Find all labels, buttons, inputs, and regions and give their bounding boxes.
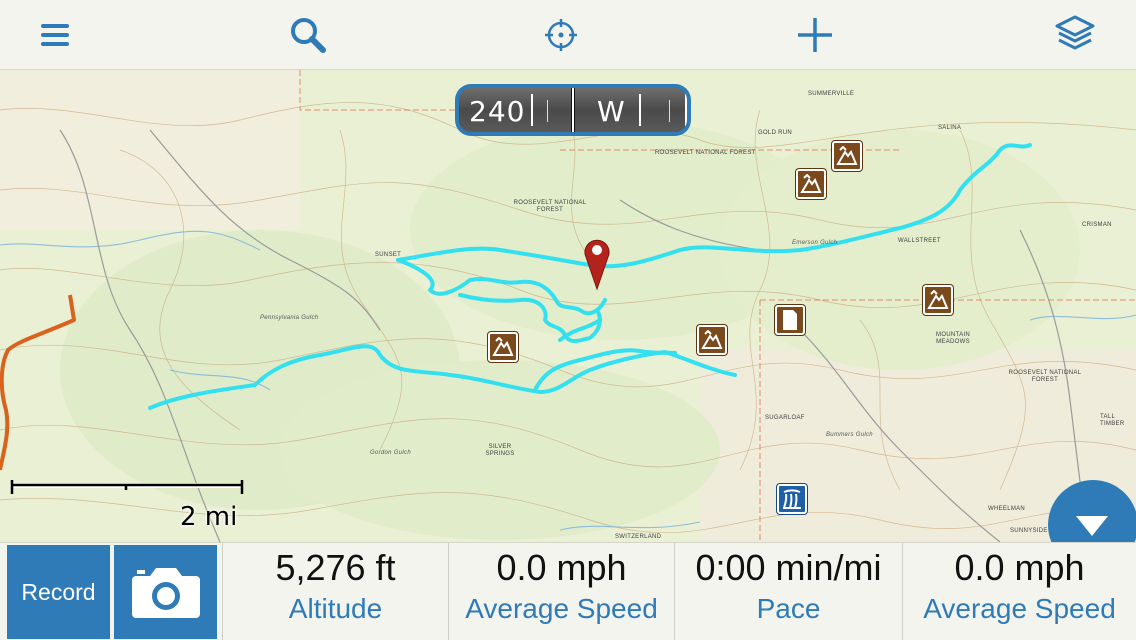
- stat-value: 5,276 ft: [275, 547, 396, 588]
- record-button[interactable]: Record: [7, 545, 110, 639]
- compass-tick: [547, 100, 548, 122]
- stat-pace[interactable]: 0:00 min/mi Pace: [674, 543, 902, 640]
- chevron-down-icon: [1076, 516, 1108, 536]
- gulch-label: Bummers Gulch: [826, 432, 873, 438]
- place-label: Switzerland: [615, 534, 662, 540]
- note-poi[interactable]: [775, 305, 805, 335]
- waterfall-icon: [783, 489, 801, 509]
- stat-value: 0:00 min/mi: [695, 547, 882, 588]
- layers-icon: [1055, 15, 1095, 50]
- locate-button[interactable]: [536, 10, 586, 60]
- place-label: Summerville: [808, 91, 855, 97]
- stat-altitude[interactable]: 5,276 ft Altitude: [222, 543, 448, 640]
- forest-label: ROOSEVELT NATIONAL FOREST: [655, 150, 756, 156]
- stat-label: Average Speed: [465, 593, 658, 624]
- menu-icon: [41, 24, 69, 46]
- place-label: Wallstreet: [898, 238, 941, 244]
- place-label: Gold Run: [758, 130, 793, 136]
- gulch-label: Gordon Gulch: [370, 450, 411, 456]
- map-terrain: [0, 70, 1136, 542]
- scale-bar: [10, 480, 244, 494]
- trailhead-poi[interactable]: [923, 285, 953, 315]
- mountain-icon: [492, 337, 514, 356]
- add-icon: [798, 18, 832, 52]
- trailhead-poi[interactable]: [832, 141, 862, 171]
- mountain-icon: [836, 146, 858, 165]
- camera-button[interactable]: [114, 545, 217, 639]
- mountain-icon: [701, 330, 723, 349]
- place-label: Crisman: [1082, 222, 1112, 228]
- locate-icon: [545, 19, 577, 51]
- stat-average-speed-2[interactable]: 0.0 mph Average Speed: [902, 543, 1136, 640]
- mountain-icon: [800, 174, 822, 193]
- place-label: Tall Timber: [1100, 414, 1125, 427]
- place-label: Mountain Meadows: [936, 332, 970, 345]
- trailhead-poi[interactable]: [488, 332, 518, 362]
- top-toolbar: [0, 0, 1136, 70]
- search-icon: [291, 18, 326, 53]
- compass-tick: [669, 100, 670, 122]
- compass-tick: [639, 94, 641, 126]
- menu-button[interactable]: [30, 10, 80, 60]
- mountain-icon: [927, 290, 949, 309]
- compass-strip: 240 W: [459, 88, 687, 132]
- compass-center-line: [571, 88, 575, 132]
- topo-map[interactable]: Summerville Salina ROOSEVELT NATIONAL FO…: [0, 70, 1136, 542]
- compass-heading-bar[interactable]: 240 W: [455, 84, 691, 136]
- gulch-label: Pennsylvania Gulch: [260, 315, 319, 321]
- scale-label: 2 mi: [180, 502, 238, 532]
- compass-cardinal: W: [597, 95, 626, 128]
- place-label: Sugarloaf: [765, 415, 805, 421]
- stat-label: Pace: [756, 593, 821, 624]
- gulch-label: Emerson Gulch: [792, 240, 838, 246]
- compass-heading-value: 240: [469, 95, 526, 128]
- place-label: Silver Springs: [485, 444, 515, 457]
- trailhead-poi[interactable]: [796, 169, 826, 199]
- stat-value: 0.0 mph: [954, 547, 1085, 588]
- location-pin-icon[interactable]: [582, 235, 612, 291]
- compass-tick: [685, 94, 687, 126]
- stat-label: Altitude: [288, 593, 383, 624]
- forest-label: ROOSEVELT NATIONAL FOREST: [1008, 370, 1082, 383]
- add-button[interactable]: [790, 10, 840, 60]
- stats-bar: Record 5,276 ft Altitude 0.0 mph Average…: [0, 542, 1136, 640]
- document-icon: [783, 310, 797, 330]
- place-label: Salina: [938, 125, 962, 131]
- search-button[interactable]: [283, 10, 333, 60]
- layers-button[interactable]: [1050, 10, 1100, 60]
- place-label: Wheelman: [988, 506, 1026, 512]
- compass-tick: [531, 94, 533, 126]
- trailhead-poi[interactable]: [697, 325, 727, 355]
- forest-label: ROOSEVELT NATIONAL FOREST: [513, 200, 587, 213]
- place-label: Sunset: [375, 252, 402, 258]
- waterfall-poi[interactable]: [777, 484, 807, 514]
- stat-label: Average Speed: [923, 593, 1116, 624]
- stat-average-speed[interactable]: 0.0 mph Average Speed: [448, 543, 674, 640]
- place-label: Sunnyside: [1010, 528, 1048, 534]
- camera-icon: [131, 568, 200, 618]
- stat-value: 0.0 mph: [496, 547, 627, 588]
